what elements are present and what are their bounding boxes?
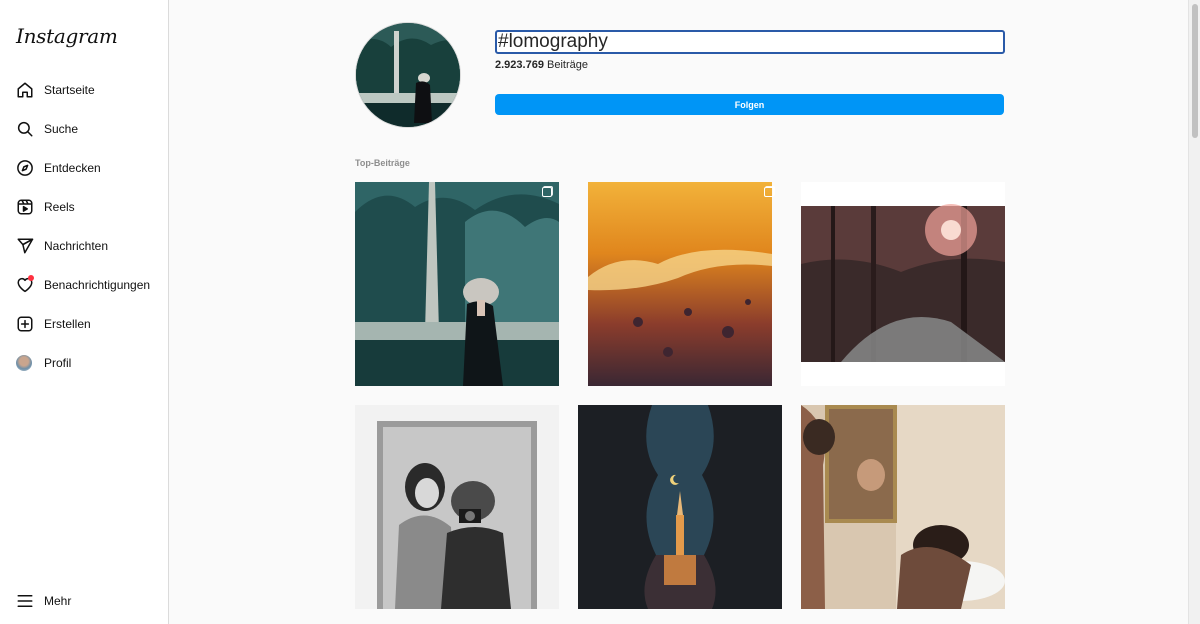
sidebar-item-reels[interactable]: Reels	[16, 195, 75, 219]
sidebar-item-notifications[interactable]: Benachrichtigungen	[16, 273, 150, 297]
post-tile-4[interactable]	[355, 405, 559, 609]
reels-icon	[17, 199, 33, 215]
post-count-label: Beiträge	[547, 59, 588, 71]
sidebar: Instagram Startseite Suche Entdecken Ree…	[0, 0, 169, 624]
sidebar-item-create[interactable]: Erstellen	[16, 312, 91, 336]
hashtag-title-input[interactable]: #lomography	[495, 30, 1005, 54]
top-posts-heading: Top-Beiträge	[355, 158, 410, 168]
post-count-value: 2.923.769	[495, 59, 544, 71]
hamburger-menu-icon	[17, 595, 33, 607]
sidebar-item-label: Reels	[44, 200, 75, 214]
sidebar-item-label: Benachrichtigungen	[44, 278, 151, 292]
instagram-logo[interactable]: Instagram	[16, 24, 118, 48]
notification-dot	[28, 275, 34, 281]
hashtag-profile-image	[355, 22, 461, 128]
post-tile-2[interactable]	[578, 182, 782, 386]
sidebar-item-home[interactable]: Startseite	[16, 78, 95, 102]
sidebar-item-label: Entdecken	[44, 161, 101, 175]
sidebar-item-label: Nachrichten	[44, 239, 109, 253]
sidebar-item-messages[interactable]: Nachrichten	[16, 234, 108, 258]
compass-icon	[17, 160, 33, 176]
carousel-icon	[542, 187, 552, 197]
sidebar-item-more[interactable]: Mehr	[16, 589, 71, 613]
paper-plane-icon	[17, 238, 34, 254]
sidebar-item-profile[interactable]: Profil	[16, 351, 71, 375]
home-icon	[17, 82, 33, 98]
scrollbar-thumb[interactable]	[1192, 4, 1198, 138]
scrollbar[interactable]	[1188, 0, 1200, 624]
search-icon	[17, 121, 33, 137]
post-count: 2.923.769 Beiträge	[495, 59, 588, 71]
plus-square-icon	[17, 316, 33, 332]
carousel-icon	[764, 187, 774, 197]
sidebar-item-explore[interactable]: Entdecken	[16, 156, 101, 180]
sidebar-item-label: Startseite	[44, 83, 95, 97]
sidebar-item-search[interactable]: Suche	[16, 117, 78, 141]
sidebar-item-label: Erstellen	[44, 317, 91, 331]
avatar	[16, 355, 32, 371]
sidebar-item-label: Mehr	[44, 594, 72, 608]
post-tile-3[interactable]	[801, 182, 1005, 386]
post-tile-1[interactable]	[355, 182, 559, 386]
follow-button[interactable]: Folgen	[495, 94, 1004, 115]
sidebar-item-label: Suche	[44, 122, 79, 136]
sidebar-item-label: Profil	[44, 356, 72, 370]
post-tile-6[interactable]	[801, 405, 1005, 609]
post-tile-5[interactable]	[578, 405, 782, 609]
